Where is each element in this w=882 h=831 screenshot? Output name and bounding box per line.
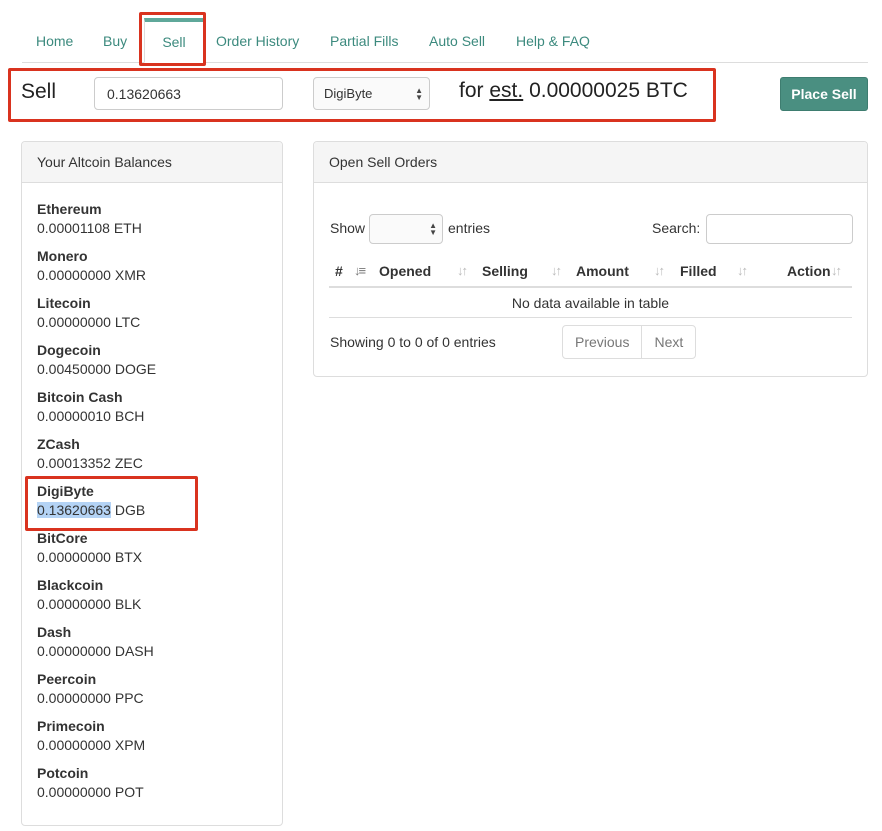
balance-coin-name: Bitcoin Cash	[37, 389, 123, 405]
pagination: Previous Next	[562, 325, 697, 359]
tab-help-faq[interactable]: Help & FAQ	[502, 18, 604, 63]
balance-item: Bitcoin Cash 0.00000010 BCH	[37, 388, 282, 435]
estimate-word: est.	[489, 79, 524, 102]
selected-balance-text: 0.13620663	[37, 502, 111, 518]
balance-coin-value: 0.00000000 DASH	[37, 643, 154, 659]
col-number[interactable]: #	[335, 263, 343, 279]
estimate-prefix: for	[459, 79, 484, 102]
entries-select[interactable]: ▲ ▼	[369, 214, 443, 244]
search-label: Search:	[652, 220, 701, 236]
balance-coin-value: 0.00000000 XPM	[37, 737, 146, 753]
balance-coin-value: 0.00000000 BTX	[37, 549, 143, 565]
sort-icon[interactable]: ↓↑	[831, 263, 842, 278]
table-info: Showing 0 to 0 of 0 entries	[330, 334, 496, 350]
col-action[interactable]: Action	[787, 263, 831, 279]
col-selling[interactable]: Selling	[482, 263, 528, 279]
nav-tabs: Home Buy Sell Order History Partial Fill…	[22, 18, 868, 63]
sort-desc-icon[interactable]: ↓≡	[354, 263, 366, 278]
next-button[interactable]: Next	[641, 326, 695, 358]
balance-coin-name: Potcoin	[37, 765, 89, 781]
coin-select-value: DigiByte	[324, 86, 373, 101]
estimate-text: for est. 0.00000025 BTC	[459, 79, 688, 103]
balance-item: Dogecoin 0.00450000 DOGE	[37, 341, 282, 388]
tab-order-history[interactable]: Order History	[202, 18, 313, 63]
sort-icon[interactable]: ↓↑	[457, 263, 468, 278]
balance-item: Monero 0.00000000 XMR	[37, 247, 282, 294]
orders-table-header: # ↓≡ Opened ↓↑ Selling ↓↑ Amount ↓↑ Fill…	[329, 258, 852, 288]
altcoin-balances-panel: Your Altcoin Balances Ethereum 0.0000110…	[21, 141, 283, 826]
sort-icon[interactable]: ↓↑	[654, 263, 665, 278]
balance-coin-name: ZCash	[37, 436, 80, 452]
balance-unit: DGB	[110, 502, 146, 518]
balances-list: Ethereum 0.00001108 ETH Monero 0.0000000…	[22, 183, 282, 811]
balance-coin-value: 0.00000000 LTC	[37, 314, 141, 330]
balance-item: Primecoin 0.00000000 XPM	[37, 717, 282, 764]
previous-button[interactable]: Previous	[563, 326, 641, 358]
tab-home[interactable]: Home	[22, 18, 87, 63]
balance-coin-name: Dogecoin	[37, 342, 101, 358]
col-filled[interactable]: Filled	[680, 263, 717, 279]
balances-panel-title: Your Altcoin Balances	[22, 142, 282, 183]
balance-coin-name: Peercoin	[37, 671, 97, 687]
balance-coin-value: 0.00000000 BLK	[37, 596, 142, 612]
balance-coin-value: 0.00000000 PPC	[37, 690, 144, 706]
select-arrows-icon: ▲ ▼	[415, 86, 423, 102]
select-arrows-icon: ▲ ▼	[429, 221, 437, 237]
tab-partial-fills[interactable]: Partial Fills	[316, 18, 412, 63]
sort-icon[interactable]: ↓↑	[737, 263, 748, 278]
entries-label: entries	[448, 220, 491, 236]
balance-item: Peercoin 0.00000000 PPC	[37, 670, 282, 717]
balance-coin-name: Monero	[37, 248, 88, 264]
balance-item: ZCash 0.00013352 ZEC	[37, 435, 282, 482]
estimate-amount: 0.00000025 BTC	[529, 79, 688, 102]
balance-coin-value[interactable]: 0.13620663 DGB	[37, 500, 282, 520]
tab-buy[interactable]: Buy	[89, 18, 141, 63]
orders-panel-title: Open Sell Orders	[314, 142, 867, 183]
balance-coin-value: 0.00001108 ETH	[37, 220, 142, 236]
balance-item-digibyte: DigiByte 0.13620663 DGB	[37, 482, 282, 529]
balance-coin-value: 0.00013352 ZEC	[37, 455, 143, 471]
tab-sell[interactable]: Sell	[144, 18, 204, 63]
empty-table-message: No data available in table	[329, 288, 852, 318]
balance-item: Dash 0.00000000 DASH	[37, 623, 282, 670]
balance-coin-name: Litecoin	[37, 295, 91, 311]
search-input[interactable]	[706, 214, 853, 244]
place-sell-button[interactable]: Place Sell	[780, 77, 868, 111]
balance-item: Blackcoin 0.00000000 BLK	[37, 576, 282, 623]
open-sell-orders-panel: Open Sell Orders Show ▲ ▼ entries Search:…	[313, 141, 868, 377]
balance-coin-value: 0.00450000 DOGE	[37, 361, 157, 377]
balance-coin-name: Dash	[37, 624, 72, 640]
balance-coin-name: BitCore	[37, 530, 88, 546]
show-label: Show	[330, 220, 366, 236]
balance-item: Ethereum 0.00001108 ETH	[37, 200, 282, 247]
balance-item: BitCore 0.00000000 BTX	[37, 529, 282, 576]
balance-coin-value: 0.00000000 XMR	[37, 267, 146, 283]
balance-item: Potcoin 0.00000000 POT	[37, 764, 282, 811]
balance-coin-name: Ethereum	[37, 201, 102, 217]
balance-item: Litecoin 0.00000000 LTC	[37, 294, 282, 341]
col-amount[interactable]: Amount	[576, 263, 629, 279]
col-opened[interactable]: Opened	[379, 263, 431, 279]
sell-label: Sell	[21, 80, 57, 103]
balance-coin-value: 0.00000000 POT	[37, 784, 144, 800]
balance-coin-name: Blackcoin	[37, 577, 104, 593]
balance-coin-name: DigiByte	[37, 483, 94, 499]
sell-amount-input[interactable]	[94, 77, 283, 110]
coin-select[interactable]: DigiByte ▲ ▼	[313, 77, 430, 110]
sort-icon[interactable]: ↓↑	[551, 263, 562, 278]
tab-auto-sell[interactable]: Auto Sell	[415, 18, 499, 63]
balance-coin-name: Primecoin	[37, 718, 105, 734]
balance-coin-value: 0.00000010 BCH	[37, 408, 145, 424]
